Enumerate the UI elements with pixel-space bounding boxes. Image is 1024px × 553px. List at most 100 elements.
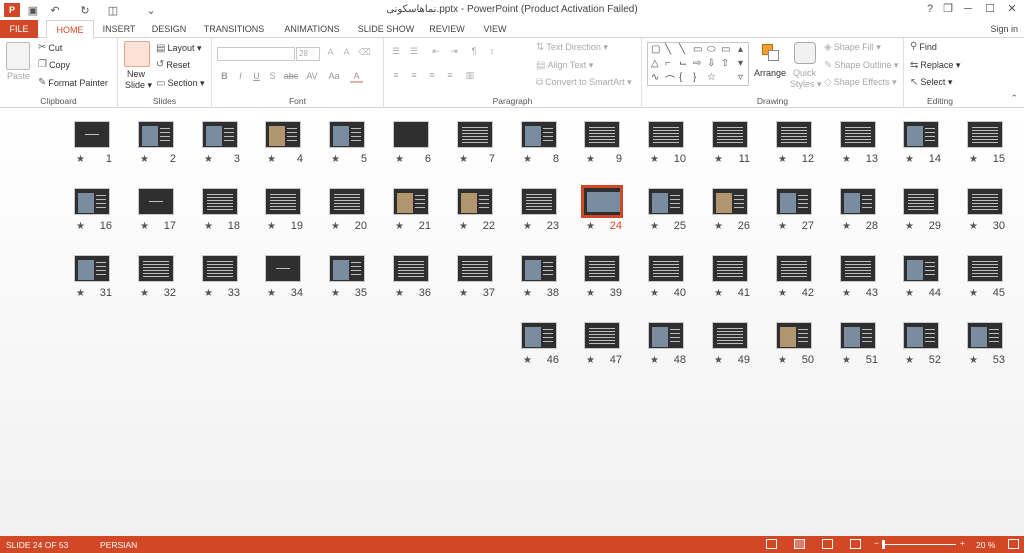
slide-preview[interactable] [393,255,429,282]
align-left-icon[interactable]: ≡ [388,70,404,80]
tab-home[interactable]: HOME [46,20,94,39]
slide-preview[interactable] [74,121,110,148]
zoom-out-button[interactable]: − [874,538,879,548]
tab-file[interactable]: FILE [0,20,38,38]
line-spacing-icon[interactable]: ↕ [484,46,500,56]
align-right-icon[interactable]: ≡ [424,70,440,80]
change-case-button[interactable]: Aa [326,71,342,81]
slide-preview[interactable] [840,188,876,215]
slide-preview[interactable] [521,255,557,282]
slide-preview[interactable] [581,185,623,218]
zoom-level[interactable]: 20 % [976,540,995,550]
maximize-icon[interactable]: ☐ [980,2,1000,17]
slide-preview[interactable] [712,188,748,215]
slide-preview[interactable] [967,255,1003,282]
transition-star-icon[interactable]: ★ [140,221,149,232]
transition-star-icon[interactable]: ★ [905,288,914,299]
transition-star-icon[interactable]: ★ [842,355,851,366]
shape-fill-button[interactable]: ◈ Shape Fill ▾ [824,42,881,53]
transition-star-icon[interactable]: ★ [650,355,659,366]
bold-button[interactable]: B [218,71,231,81]
rounded-rect-shape-icon[interactable]: ▭ [721,44,730,55]
transition-star-icon[interactable]: ★ [714,288,723,299]
transition-star-icon[interactable]: ★ [905,355,914,366]
transition-star-icon[interactable]: ★ [204,154,213,165]
slide-preview[interactable] [648,188,684,215]
numbering-icon[interactable]: ☰ [406,46,422,57]
transition-star-icon[interactable]: ★ [523,288,532,299]
slide-preview[interactable] [265,255,301,282]
ribbon-display-options-icon[interactable]: ❐ [938,2,958,17]
transition-star-icon[interactable]: ★ [714,154,723,165]
arrow-right-shape-icon[interactable]: ⇨ [693,58,701,69]
transition-star-icon[interactable]: ★ [523,154,532,165]
shape-effects-button[interactable]: ◇ Shape Effects ▾ [824,77,897,88]
transition-star-icon[interactable]: ★ [778,355,787,366]
slide-preview[interactable] [329,255,365,282]
convert-smartart-button[interactable]: ⧉ Convert to SmartArt ▾ [536,77,632,88]
tab-design[interactable]: DESIGN [146,20,192,38]
slide-preview[interactable] [967,121,1003,148]
paste-icon[interactable] [6,42,30,70]
layout-button[interactable]: ▤ Layout ▾ [156,43,202,54]
reading-view-icon[interactable] [822,539,833,549]
quick-styles-button[interactable]: Quick [793,68,816,78]
gallery-scroll-up-icon[interactable]: ▴ [738,44,743,55]
transition-star-icon[interactable]: ★ [395,288,404,299]
slide-preview[interactable] [393,188,429,215]
tab-insert[interactable]: INSERT [97,20,141,38]
slide-preview[interactable] [967,322,1003,349]
transition-star-icon[interactable]: ★ [459,288,468,299]
transition-star-icon[interactable]: ★ [523,221,532,232]
slide-preview[interactable] [584,121,620,148]
brace-right-shape-icon[interactable]: } [693,72,696,83]
transition-star-icon[interactable]: ★ [650,154,659,165]
slide-preview[interactable] [393,121,429,148]
triangle-shape-icon[interactable]: △ [651,58,659,69]
gallery-more-icon[interactable]: ▿ [738,72,743,83]
transition-star-icon[interactable]: ★ [459,221,468,232]
slide-preview[interactable] [202,255,238,282]
transition-star-icon[interactable]: ★ [395,221,404,232]
help-icon[interactable]: ? [920,2,940,17]
slide-preview[interactable] [521,322,557,349]
format-painter-button[interactable]: ✎ Format Painter [38,78,108,89]
increase-font-icon[interactable]: A [324,47,337,57]
transition-star-icon[interactable]: ★ [140,288,149,299]
slide-preview[interactable] [265,188,301,215]
columns-icon[interactable]: ▥ [462,70,478,81]
curve-shape-icon[interactable]: ⌒ [665,72,675,87]
slide-preview[interactable] [840,255,876,282]
slide-preview[interactable] [202,121,238,148]
gallery-scroll-down-icon[interactable]: ▾ [738,58,743,69]
char-spacing-button[interactable]: AV [304,71,320,81]
textbox-shape-icon[interactable]: ▢ [651,44,660,55]
align-center-icon[interactable]: ≡ [406,70,422,80]
section-button[interactable]: ▭ Section ▾ [156,78,205,89]
slide-preview[interactable] [329,121,365,148]
slide-preview[interactable] [202,188,238,215]
connector-shape-icon[interactable]: ⌐ [665,58,671,69]
transition-star-icon[interactable]: ★ [842,221,851,232]
transition-star-icon[interactable]: ★ [586,288,595,299]
slide-preview[interactable] [903,188,939,215]
line-shape-icon[interactable]: ╲ [665,44,671,55]
transition-star-icon[interactable]: ★ [267,154,276,165]
font-size-combo[interactable]: 28 [296,47,320,61]
zoom-slider[interactable] [884,544,956,545]
slide-preview[interactable] [648,121,684,148]
slide-preview[interactable] [138,255,174,282]
slide-sorter-view-icon[interactable] [794,539,805,549]
transition-star-icon[interactable]: ★ [586,355,595,366]
transition-star-icon[interactable]: ★ [905,154,914,165]
shadow-button[interactable]: S [266,71,279,81]
slide-preview[interactable] [648,255,684,282]
language-indicator[interactable]: PERSIAN [100,540,137,550]
oval-shape-icon[interactable]: ⬭ [707,44,716,55]
transition-star-icon[interactable]: ★ [650,221,659,232]
arrow-shape-icon[interactable]: ⇧ [721,58,729,69]
text-direction-button[interactable]: ⇅ Text Direction ▾ [536,42,608,53]
decrease-indent-icon[interactable]: ⇤ [428,46,444,57]
slide-preview[interactable] [903,255,939,282]
slide-preview[interactable] [712,255,748,282]
